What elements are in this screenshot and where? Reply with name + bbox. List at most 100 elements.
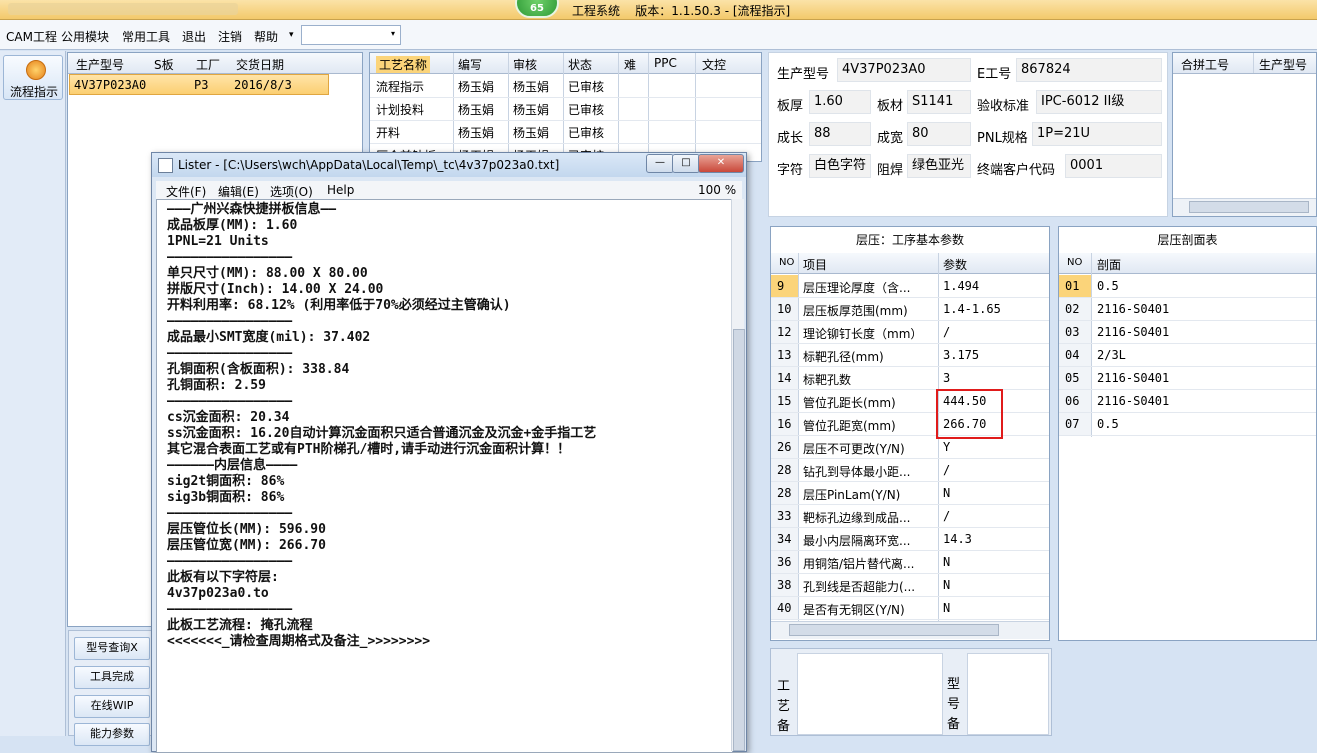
close-button[interactable]: ✕	[698, 154, 744, 173]
col-section[interactable]: 剖面	[1097, 256, 1121, 273]
scroll-thumb[interactable]	[1189, 201, 1309, 213]
thick-field[interactable]: 1.60	[809, 90, 871, 114]
row-divider	[1059, 435, 1316, 436]
menu-help[interactable]: 帮助	[254, 28, 278, 45]
notification-badge[interactable]: 65	[515, 0, 559, 18]
lister-menu-bar: 文件(F) 编辑(E) 选项(O) Help 100 %	[156, 181, 742, 199]
table-row[interactable]: 4V37P023A0 P3 2016/8/3	[69, 74, 329, 95]
model-query-button[interactable]: 型号查询X	[74, 637, 150, 660]
merge-hscrollbar[interactable]	[1173, 198, 1316, 216]
section-value: 2116-S0401	[1097, 394, 1170, 408]
lister-text-line: 成品最小SMT宽度(mil): 37.402	[167, 330, 371, 345]
lister-text-line: sig2t铜面积: 86%	[167, 474, 285, 489]
menu-common-modules[interactable]: 公用模块	[61, 28, 109, 45]
process-status: 已审核	[568, 126, 605, 140]
flow-indication-button[interactable]: 流程指示	[3, 55, 63, 100]
process-note-textarea[interactable]	[797, 653, 943, 735]
col-merge-model[interactable]: 生产型号	[1259, 56, 1307, 73]
col-no[interactable]: NO	[1067, 257, 1082, 268]
prod-model-field[interactable]: 4V37P023A0	[837, 58, 971, 82]
material-field[interactable]: S1141	[907, 90, 971, 114]
row-divider	[1059, 297, 1316, 298]
col-difficulty[interactable]: 难	[624, 56, 636, 73]
lam-item: 管位孔距宽(mm)	[803, 419, 896, 433]
col-ppc[interactable]: PPC	[654, 56, 677, 70]
lister-text-area[interactable]: ———广州兴森快捷拼板信息—— 成品板厚(MM): 1.60 1PNL=21 Uni…	[156, 199, 733, 753]
col-item[interactable]: 项目	[803, 256, 827, 273]
scroll-thumb[interactable]	[733, 329, 745, 751]
row-divider	[771, 619, 1049, 620]
tool-complete-button[interactable]: 工具完成	[74, 666, 150, 689]
blurred-window-caption	[8, 3, 238, 15]
minimize-button[interactable]: —	[646, 154, 674, 173]
col-doc-control[interactable]: 文控	[702, 56, 726, 73]
maximize-button[interactable]: □	[672, 154, 700, 173]
lister-text-line: sig3b铜面积: 86%	[167, 490, 285, 505]
lam-item: 理论铆钉长度（mm）	[803, 327, 923, 341]
col-delivery-date[interactable]: 交货日期	[236, 56, 284, 73]
col-merge-no[interactable]: 合拼工号	[1181, 56, 1229, 73]
col-s-board[interactable]: S板	[154, 56, 174, 73]
lister-text-line: ss沉金面积: 16.20自动计算沉金面积只适合普通沉金及沉金+金手指工艺	[167, 426, 597, 441]
flow-indication-label: 流程指示	[9, 85, 58, 99]
lister-menu-file[interactable]: 文件(F)	[166, 183, 206, 200]
cust-field[interactable]: 0001	[1065, 154, 1162, 178]
online-wip-button[interactable]: 在线WIP	[74, 695, 150, 718]
lam-value: 3.175	[943, 348, 980, 362]
lister-text-line: ————————————————	[167, 506, 293, 521]
col-status[interactable]: 状态	[568, 56, 592, 73]
toolbar-combo[interactable]: ▾	[301, 25, 401, 45]
section-no: 02	[1065, 302, 1080, 316]
lam-no: 36	[777, 555, 792, 569]
menu-logout[interactable]: 注销	[218, 28, 242, 45]
row-divider	[1059, 320, 1316, 321]
lam-hscrollbar[interactable]	[771, 621, 1049, 639]
pnl-label: PNL规格	[977, 131, 1028, 146]
menu-cam[interactable]: CAM工程	[6, 28, 57, 45]
lister-menu-help[interactable]: Help	[327, 183, 354, 197]
lister-menu-options[interactable]: 选项(O)	[270, 183, 313, 200]
std-field[interactable]: IPC-6012 II级	[1036, 90, 1162, 114]
row-divider	[771, 458, 1049, 459]
lam-value: 3	[943, 371, 951, 385]
capability-params-button[interactable]: 能力参数	[74, 723, 150, 746]
section-no: 05	[1065, 371, 1080, 385]
col-prod-model[interactable]: 生产型号	[76, 56, 124, 73]
lister-text-line: 单只尺寸(MM): 88.00 X 80.00	[167, 266, 368, 281]
mask-field[interactable]: 绿色亚光	[907, 154, 971, 178]
lister-window[interactable]: Lister - [C:\Users\wch\AppData\Local\Tem…	[151, 152, 747, 753]
col-factory[interactable]: 工厂	[196, 56, 220, 73]
col-writer[interactable]: 编写	[458, 56, 482, 73]
char-field[interactable]: 白色字符	[809, 154, 871, 178]
row-divider	[1059, 412, 1316, 413]
lam-value: 1.494	[943, 279, 980, 293]
col-reviewer[interactable]: 审核	[513, 56, 537, 73]
col-no[interactable]: NO	[779, 257, 794, 268]
length-field[interactable]: 88	[809, 122, 871, 146]
lam-no: 12	[777, 325, 792, 339]
row-divider	[771, 366, 1049, 367]
lister-text-line: 其它混合表面工艺或有PTH阶梯孔/槽时,请手动进行沉金面积计算！！	[167, 442, 571, 457]
menu-exit[interactable]: 退出	[182, 28, 206, 45]
lister-text-line: 4v37p023a0.to	[167, 586, 269, 601]
lister-vscrollbar[interactable]	[731, 199, 745, 751]
model-note-textarea[interactable]	[967, 653, 1049, 735]
pnl-field[interactable]: 1P=21U	[1032, 122, 1162, 146]
col-process-name[interactable]: 工艺名称	[376, 56, 431, 73]
col-param[interactable]: 参数	[943, 256, 967, 273]
lister-menu-edit[interactable]: 编辑(E)	[218, 183, 259, 200]
scroll-thumb[interactable]	[789, 624, 999, 636]
lam-item: 层压不可更改(Y/N)	[803, 442, 905, 456]
width-field[interactable]: 80	[907, 122, 971, 146]
process-name: 计划投料	[376, 103, 425, 117]
section-value: 0.5	[1097, 279, 1119, 293]
window-title: 工程系统 版本：1.1.50.3 - [流程指示]	[572, 4, 791, 18]
lister-text-line: 孔铜面积: 2.59	[167, 378, 266, 393]
section-no: 01	[1065, 279, 1080, 293]
menu-common-tools[interactable]: 常用工具	[122, 28, 170, 45]
process-reviewer: 杨玉娟	[513, 103, 550, 117]
lam-params-title: 层压：工序基本参数	[855, 233, 964, 247]
lister-title-bar[interactable]: Lister - [C:\Users\wch\AppData\Local\Tem…	[152, 153, 746, 177]
row-divider	[1059, 389, 1316, 390]
e-no-field[interactable]: 867824	[1016, 58, 1162, 82]
